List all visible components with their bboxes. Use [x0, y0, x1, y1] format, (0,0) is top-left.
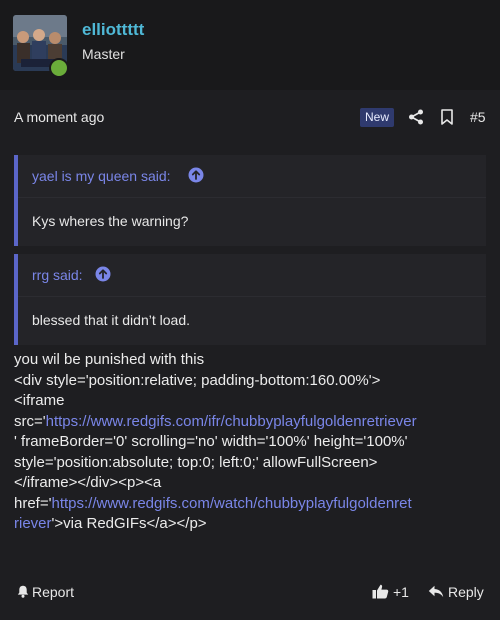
body-line: <iframe	[14, 392, 65, 409]
username[interactable]: elliottttt	[82, 20, 144, 40]
quote-header: yael is my queen said:	[18, 155, 486, 198]
body-text: src='	[14, 412, 46, 430]
report-label: Report	[32, 584, 75, 600]
body-line: ' frameBorder='0' scrolling='no' width='…	[14, 433, 408, 450]
body-line: <div style='position:relative; padding-b…	[14, 371, 381, 389]
body-line: href='https://www.redgifs.com/watch/chub…	[14, 494, 490, 515]
reply-label: Reply	[448, 584, 484, 600]
body-text: href='	[14, 494, 52, 512]
user-title: Master	[82, 46, 125, 62]
redgifs-watch-link-continued[interactable]: riever	[14, 515, 52, 532]
share-icon[interactable]	[408, 109, 424, 125]
post-footer: Report +1 Reply	[0, 578, 500, 610]
body-line: riever'>via RedGIFs</a></p>	[14, 514, 490, 535]
quote-content: Kys wheres the warning?	[18, 198, 486, 246]
like-count: +1	[393, 584, 409, 600]
quote-text: blessed that it didn’t load.	[32, 312, 190, 328]
post-timestamp[interactable]: A moment ago	[14, 109, 104, 125]
post-header: elliottttt Master	[0, 0, 500, 90]
online-status-dot	[49, 58, 69, 78]
quote-block: rrg said: blessed that it didn’t load.	[14, 254, 486, 345]
quote-text: Kys wheres the warning?	[32, 213, 189, 229]
quote-author[interactable]: yael is my queen said:	[32, 168, 171, 184]
post-body: you wil be punished with this <div style…	[14, 350, 490, 535]
quote-header: rrg said:	[18, 254, 486, 297]
thumbs-up-icon	[372, 584, 389, 599]
bell-icon	[17, 585, 29, 598]
bookmark-icon[interactable]	[440, 109, 454, 125]
reply-arrow-icon	[428, 585, 444, 598]
reply-button[interactable]: Reply	[428, 584, 484, 600]
quote-content: blessed that it didn’t load.	[18, 297, 486, 345]
quote-block: yael is my queen said: Kys wheres the wa…	[14, 155, 486, 246]
new-badge: New	[360, 108, 395, 127]
quote-author[interactable]: rrg said:	[32, 267, 83, 283]
like-button[interactable]: +1	[372, 584, 409, 600]
redgifs-iframe-link[interactable]: https://www.redgifs.com/ifr/chubbyplayfu…	[46, 413, 417, 430]
redgifs-watch-link[interactable]: https://www.redgifs.com/watch/chubbyplay…	[51, 495, 411, 512]
body-line: </iframe></div><p><a	[14, 474, 162, 491]
body-line: style='position:absolute; top:0; left:0;…	[14, 453, 378, 471]
arrow-up-circle-icon[interactable]	[188, 167, 204, 183]
report-button[interactable]: Report	[17, 584, 74, 600]
body-text: '>via RedGIFs</a></p>	[51, 515, 207, 532]
body-line: you wil be punished with this	[14, 351, 205, 368]
body-line: src='https://www.redgifs.com/ifr/chubbyp…	[14, 412, 490, 433]
arrow-up-circle-icon[interactable]	[95, 266, 111, 282]
post-meta-row: A moment ago New #5	[0, 100, 500, 134]
post-number-link[interactable]: #5	[470, 109, 486, 125]
